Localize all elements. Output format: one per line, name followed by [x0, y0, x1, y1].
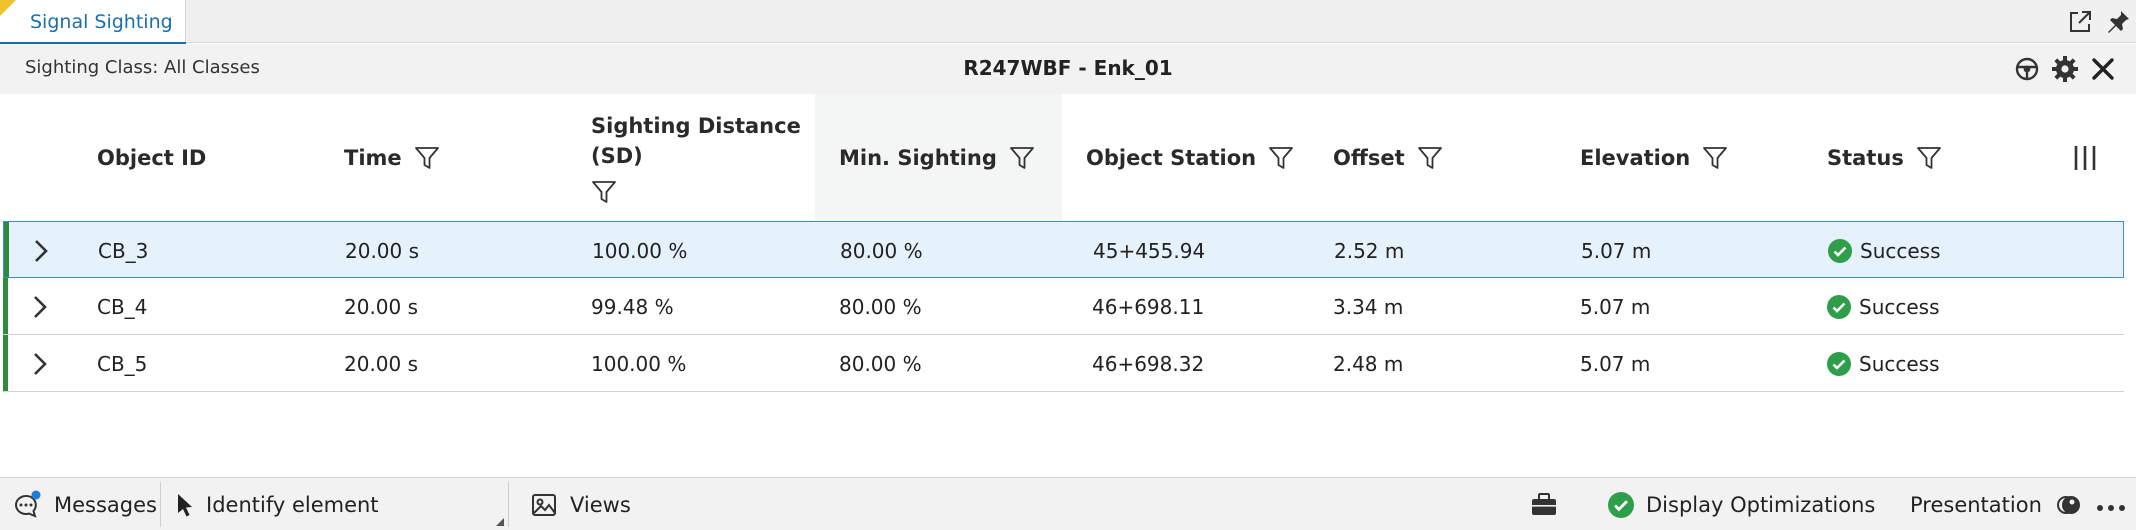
cell-status: Success — [1827, 335, 1940, 392]
panel-header: Sighting Class: All Classes R247WBF - En… — [0, 44, 2136, 94]
presentation-label: Presentation — [1910, 492, 2042, 517]
cell-status: Success — [1827, 278, 1940, 335]
check-circle-icon — [1827, 351, 1851, 376]
status-text: Success — [1859, 294, 1940, 319]
cell-offset: 3.34 m — [1333, 294, 1404, 319]
more-icon — [2096, 493, 2126, 517]
status-text: Success — [1859, 351, 1940, 376]
column-header-object-id[interactable]: Object ID — [97, 94, 206, 221]
identify-element-label: Identify element — [206, 492, 379, 517]
resize-grip[interactable] — [496, 518, 504, 526]
cell-min-sighting: 80.00 % — [839, 351, 922, 376]
cell-time: 20.00 s — [344, 351, 419, 376]
column-header-time[interactable]: Time — [344, 94, 440, 221]
tab-bar: Signal Sighting — [0, 0, 2136, 45]
status-bar: Messages Identify element Views Display … — [0, 477, 2136, 530]
views-icon — [530, 492, 558, 518]
table-row[interactable]: CB_4 20.00 s 99.48 % 80.00 % 46+698.11 3… — [3, 278, 2124, 335]
chevron-right-icon[interactable] — [27, 351, 53, 377]
cell-sighting-distance: 100.00 % — [592, 238, 688, 263]
check-circle-icon — [1608, 491, 1634, 518]
cell-sighting-distance: 100.00 % — [591, 351, 687, 376]
briefcase-icon — [1530, 492, 1558, 518]
cell-object-id: CB_4 — [97, 294, 148, 319]
cell-object-id: CB_3 — [98, 238, 149, 263]
chevron-right-icon[interactable] — [28, 238, 54, 264]
display-optimizations-button[interactable]: Display Optimizations — [1608, 478, 1875, 530]
cell-object-station: 46+698.32 — [1092, 351, 1205, 376]
column-header-min-sighting[interactable]: Min. Sighting — [815, 94, 1062, 221]
column-header-offset[interactable]: Offset — [1333, 94, 1443, 221]
table-row[interactable]: CB_5 20.00 s 100.00 % 80.00 % 46+698.32 … — [3, 335, 2124, 392]
sighting-class-label[interactable]: Sighting Class: All Classes — [25, 57, 260, 78]
row-accent — [3, 278, 8, 334]
gear-icon[interactable] — [2050, 54, 2080, 84]
messages-label: Messages — [54, 492, 157, 517]
column-chooser-icon[interactable] — [2072, 94, 2098, 221]
column-header-sighting-distance[interactable]: Sighting Distance (SD) — [591, 94, 811, 221]
views-label: Views — [570, 492, 631, 517]
filter-icon[interactable] — [1702, 145, 1728, 171]
presentation-button[interactable]: Presentation — [1910, 478, 2082, 530]
tab-signal-sighting[interactable]: Signal Sighting — [0, 0, 186, 45]
row-accent — [4, 222, 9, 277]
filter-icon[interactable] — [414, 145, 440, 171]
cell-object-station: 45+455.94 — [1093, 238, 1206, 263]
column-header-elevation[interactable]: Elevation — [1580, 94, 1728, 221]
cell-offset: 2.48 m — [1333, 351, 1404, 376]
sighting-table: Object ID Time Sighting Distance (SD) Mi… — [0, 94, 2136, 392]
filter-icon[interactable] — [1009, 145, 1035, 171]
pin-icon[interactable] — [2104, 8, 2132, 36]
cell-elevation: 5.07 m — [1581, 238, 1652, 263]
divider — [508, 482, 509, 527]
column-header-object-station[interactable]: Object Station — [1086, 94, 1294, 221]
filter-icon[interactable] — [591, 179, 617, 205]
tab-label: Signal Sighting — [30, 11, 173, 33]
messages-button[interactable]: Messages — [12, 478, 157, 530]
briefcase-button[interactable] — [1530, 478, 1558, 530]
check-circle-icon — [1828, 238, 1852, 263]
display-optimizations-label: Display Optimizations — [1646, 492, 1876, 517]
more-button[interactable] — [2096, 478, 2126, 530]
cell-object-id: CB_5 — [97, 351, 148, 376]
signal-sighting-panel: Signal Sighting Sighting Class: All Clas… — [0, 0, 2136, 530]
chat-icon — [12, 490, 42, 520]
filter-icon[interactable] — [1417, 145, 1443, 171]
cell-object-station: 46+698.11 — [1092, 294, 1205, 319]
cell-elevation: 5.07 m — [1580, 294, 1651, 319]
table-header: Object ID Time Sighting Distance (SD) Mi… — [0, 94, 2136, 221]
identify-element-button[interactable]: Identify element — [176, 478, 379, 530]
status-text: Success — [1860, 238, 1941, 263]
filter-icon[interactable] — [1268, 145, 1294, 171]
tab-marker — [0, 0, 16, 16]
cell-offset: 2.52 m — [1334, 238, 1405, 263]
cell-status: Success — [1828, 222, 1941, 279]
cell-time: 20.00 s — [345, 238, 420, 263]
cell-min-sighting: 80.00 % — [840, 238, 923, 263]
panel-title: R247WBF - Enk_01 — [963, 56, 1173, 80]
steering-wheel-icon[interactable] — [2012, 54, 2042, 84]
views-button[interactable]: Views — [530, 478, 631, 530]
cell-sighting-distance: 99.48 % — [591, 294, 674, 319]
divider — [160, 482, 161, 527]
pointer-icon — [176, 493, 194, 517]
cell-time: 20.00 s — [344, 294, 419, 319]
presentation-icon — [2056, 492, 2082, 518]
filter-icon[interactable] — [1916, 145, 1942, 171]
chevron-right-icon[interactable] — [27, 294, 53, 320]
column-header-status[interactable]: Status — [1827, 94, 1942, 221]
cell-elevation: 5.07 m — [1580, 351, 1651, 376]
close-icon[interactable] — [2088, 54, 2118, 84]
cell-min-sighting: 80.00 % — [839, 294, 922, 319]
expand-icon[interactable] — [2066, 8, 2094, 36]
check-circle-icon — [1827, 294, 1851, 319]
row-accent — [3, 335, 8, 391]
table-row[interactable]: CB_3 20.00 s 100.00 % 80.00 % 45+455.94 … — [3, 221, 2124, 278]
